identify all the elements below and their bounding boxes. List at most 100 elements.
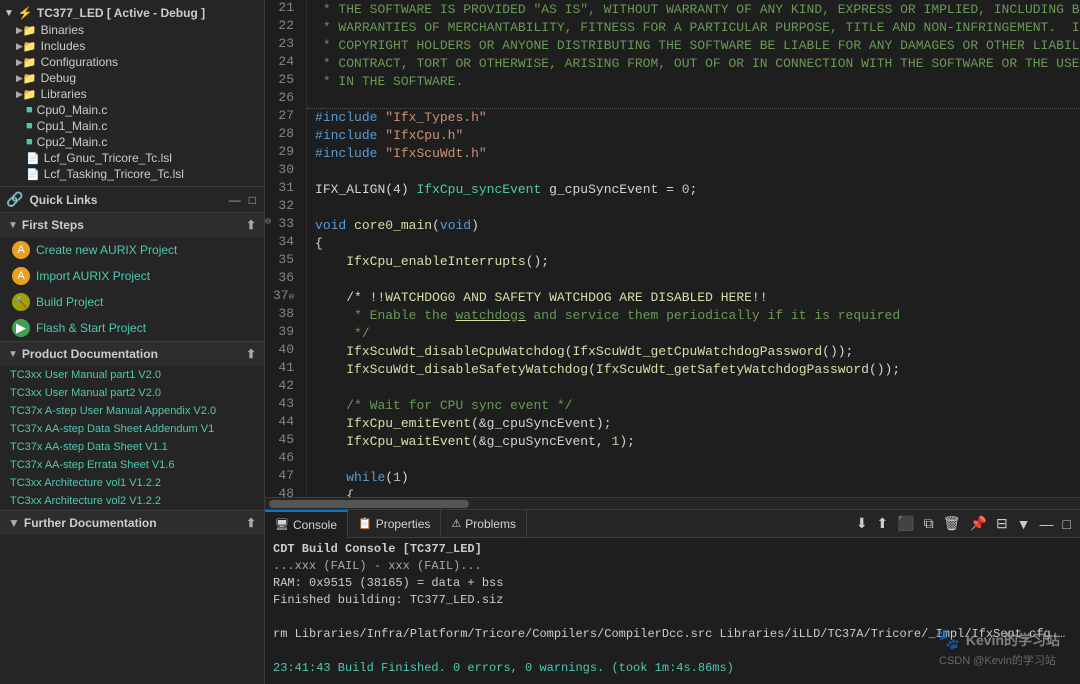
tree-item-label: Debug	[41, 71, 76, 85]
line-number: 22	[265, 18, 307, 36]
quick-links-icon: 🔗	[6, 191, 23, 208]
tree-item-configurations[interactable]: ▶ 📁 Configurations	[0, 54, 264, 70]
console-menu-btn[interactable]: ▼	[1014, 514, 1034, 534]
line-number: 45	[265, 432, 307, 450]
line-code: #include "IfxScuWdt.h"	[307, 144, 1080, 162]
maximize-button[interactable]: □	[247, 193, 258, 207]
quick-links-header[interactable]: 🔗 Quick Links — □	[0, 187, 264, 213]
tree-item-label: Includes	[41, 39, 86, 53]
line-code: /* Wait for CPU sync event */	[307, 396, 1080, 414]
doc-link-6[interactable]: TC3xx Architecture vol1 V1.2.2	[0, 474, 264, 492]
line-number: 33⊖	[265, 216, 307, 234]
tab-console[interactable]: 🖥 Console	[265, 510, 348, 538]
tree-item-label: Lcf_Tasking_Tricore_Tc.lsl	[44, 167, 184, 181]
console-line-3: rm Libraries/Infra/Platform/Tricore/Comp…	[273, 626, 1072, 643]
scrollbar-thumb[interactable]	[269, 500, 469, 508]
horizontal-scrollbar[interactable]	[265, 497, 1080, 509]
tree-item-label: Libraries	[41, 87, 87, 101]
doc-link-7[interactable]: TC3xx Architecture vol2 V1.2.2	[0, 492, 264, 510]
doc-link-1[interactable]: TC3xx User Manual part2 V2.0	[0, 384, 264, 402]
line-number: 37⊖	[265, 288, 307, 306]
doc-link-2[interactable]: TC37x A-step User Manual Appendix V2.0	[0, 402, 264, 420]
table-row: 34 {	[265, 234, 1080, 252]
line-code	[307, 378, 1080, 396]
tree-item-label: Binaries	[41, 23, 84, 37]
doc-link-3[interactable]: TC37x AA-step Data Sheet Addendum V1	[0, 420, 264, 438]
console-pin-btn[interactable]: 📌	[967, 513, 990, 534]
minimize-button[interactable]: —	[227, 193, 243, 207]
line-number: 46	[265, 450, 307, 468]
quick-link-label: Create new AURIX Project	[36, 243, 177, 257]
tree-item-cpu2main[interactable]: ■ Cpu2_Main.c	[0, 134, 264, 150]
line-code	[307, 90, 1080, 108]
line-number: 34	[265, 234, 307, 252]
console-clear-btn[interactable]: 🗑	[940, 513, 964, 534]
console-maximize-btn[interactable]: □	[1060, 514, 1074, 534]
console-body[interactable]: CDT Build Console [TC377_LED] ...xxx (FA…	[265, 538, 1080, 684]
console-expand-btn[interactable]: ⊟	[993, 513, 1011, 534]
console-up-btn[interactable]: ⬆	[874, 513, 892, 534]
tree-item-binaries[interactable]: ▶ 📁 Binaries	[0, 22, 264, 38]
quick-link-import[interactable]: A Import AURIX Project	[0, 263, 264, 289]
line-code: IfxCpu_waitEvent(&g_cpuSyncEvent, 1);	[307, 432, 1080, 450]
tree-item-lcf-tasking[interactable]: 📄 Lcf_Tasking_Tricore_Tc.lsl	[0, 166, 264, 182]
line-code: /* !!WATCHDOG0 AND SAFETY WATCHDOG ARE D…	[307, 288, 1080, 306]
product-docs-chevron-icon: ▼	[8, 349, 18, 360]
line-code: * COPYRIGHT HOLDERS OR ANYONE DISTRIBUTI…	[307, 36, 1080, 54]
line-code	[307, 270, 1080, 288]
console-line-2	[273, 609, 1072, 626]
line-number: 27	[265, 108, 307, 126]
tree-item-cpu1main[interactable]: ■ Cpu1_Main.c	[0, 118, 264, 134]
console-tab-bar: 🖥 Console 📋 Properties ⚠ Problems ⬇ ⬆ ⬛ …	[265, 510, 1080, 538]
line-number: 39	[265, 324, 307, 342]
line-code	[307, 198, 1080, 216]
further-docs-section[interactable]: ▼ Further Documentation ⬆	[0, 511, 264, 535]
tree-item-label: Configurations	[41, 55, 118, 69]
quick-link-flash[interactable]: ▶ Flash & Start Project	[0, 315, 264, 341]
doc-link-0[interactable]: TC3xx User Manual part1 V2.0	[0, 366, 264, 384]
console-prev-line: ...xxx (FAIL) - xxx (FAIL)...	[273, 558, 1072, 575]
table-row: 43 /* Wait for CPU sync event */	[265, 396, 1080, 414]
line-code: * IN THE SOFTWARE.	[307, 72, 1080, 90]
line-number: 35	[265, 252, 307, 270]
line-number: 43	[265, 396, 307, 414]
chevron-right-icon: ▶	[16, 25, 23, 36]
product-docs-header[interactable]: ▼ Product Documentation ⬆	[0, 342, 264, 366]
line-number: 47	[265, 468, 307, 486]
console-down-btn[interactable]: ⬇	[853, 513, 871, 534]
file-lsl-icon: 📄	[26, 152, 40, 165]
doc-link-5[interactable]: TC37x AA-step Errata Sheet V1.6	[0, 456, 264, 474]
build-icon: 🔨	[12, 293, 30, 311]
quick-link-build[interactable]: 🔨 Build Project	[0, 289, 264, 315]
table-row: 26	[265, 90, 1080, 108]
console-minimize-btn[interactable]: —	[1037, 514, 1057, 534]
line-number: 26	[265, 90, 307, 108]
code-scroll[interactable]: 21 * THE SOFTWARE IS PROVIDED "AS IS", W…	[265, 0, 1080, 497]
first-steps-header[interactable]: ▼ First Steps ⬆	[0, 213, 264, 237]
tree-item-includes[interactable]: ▶ 📁 Includes	[0, 38, 264, 54]
tree-item-lcf-gnuc[interactable]: 📄 Lcf_Gnuc_Tricore_Tc.lsl	[0, 150, 264, 166]
tree-item-debug[interactable]: ▶ 📁 Debug	[0, 70, 264, 86]
project-header[interactable]: ▼ ⚡ TC377_LED [ Active - Debug ]	[0, 4, 264, 22]
properties-icon: 📋	[358, 517, 372, 530]
line-code: * CONTRACT, TORT OR OTHERWISE, ARISING F…	[307, 54, 1080, 72]
console-copy-btn[interactable]: ⧉	[921, 513, 937, 534]
table-row: 47 while(1)	[265, 468, 1080, 486]
tree-item-libraries[interactable]: ▶ 📁 Libraries	[0, 86, 264, 102]
tab-properties[interactable]: 📋 Properties	[348, 510, 441, 538]
doc-link-4[interactable]: TC37x AA-step Data Sheet V1.1	[0, 438, 264, 456]
aurix-icon: A	[12, 241, 30, 259]
table-row: 36	[265, 270, 1080, 288]
tree-item-cpu0main[interactable]: ■ Cpu0_Main.c	[0, 102, 264, 118]
tree-item-label: Cpu0_Main.c	[37, 103, 108, 117]
line-code: while(1)	[307, 468, 1080, 486]
further-docs-collapse-icon: ⬆	[246, 516, 256, 530]
tab-problems[interactable]: ⚠ Problems	[441, 510, 527, 538]
table-row: 39 */	[265, 324, 1080, 342]
quick-link-label: Flash & Start Project	[36, 321, 146, 335]
quick-link-create[interactable]: A Create new AURIX Project	[0, 237, 264, 263]
quick-link-label: Build Project	[36, 295, 103, 309]
line-number: 23	[265, 36, 307, 54]
console-stop-btn[interactable]: ⬛	[894, 513, 917, 534]
console-area: 🖥 Console 📋 Properties ⚠ Problems ⬇ ⬆ ⬛ …	[265, 509, 1080, 684]
